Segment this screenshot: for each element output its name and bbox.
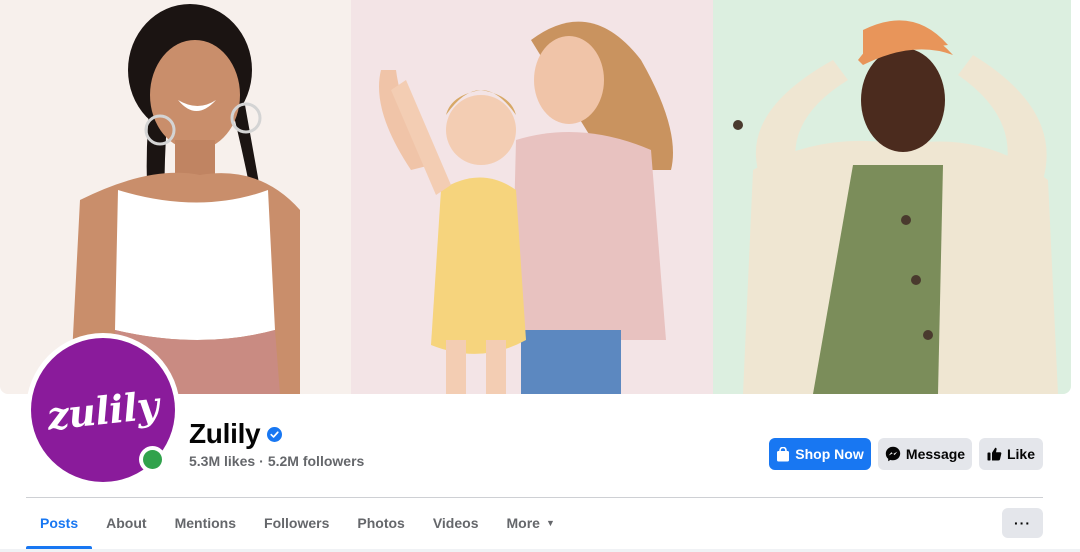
tab-photos[interactable]: Photos	[343, 498, 418, 548]
messenger-icon	[885, 446, 901, 462]
more-options-icon: ···	[1014, 515, 1031, 531]
shopping-bag-icon	[776, 446, 790, 462]
cover-panel-mother-toddler	[351, 0, 713, 394]
page-tabs: Posts About Mentions Followers Photos Vi…	[26, 498, 569, 550]
tab-followers[interactable]: Followers	[250, 498, 343, 548]
zulily-logo: zulily	[45, 381, 161, 439]
tab-mentions[interactable]: Mentions	[161, 498, 250, 548]
tab-label: Mentions	[174, 515, 237, 531]
thumbs-up-icon	[987, 447, 1002, 461]
message-label: Message	[905, 446, 966, 462]
cover-panel-woman	[0, 0, 351, 394]
caret-down-icon: ▼	[545, 518, 555, 528]
verified-badge-icon	[267, 426, 283, 442]
page-title[interactable]: Zulily	[189, 418, 261, 450]
stats-separator: ·	[259, 453, 264, 469]
tab-label: Videos	[432, 515, 479, 531]
cover-photo[interactable]	[0, 0, 1071, 394]
tab-label: Photos	[357, 515, 405, 531]
tab-posts[interactable]: Posts	[26, 498, 93, 549]
cover-panel-boy	[713, 0, 1071, 394]
online-status-indicator	[139, 446, 166, 473]
tab-about[interactable]: About	[92, 498, 160, 548]
tab-label: More	[506, 515, 540, 531]
page-name-row: Zulily	[189, 418, 283, 450]
tab-more[interactable]: More ▼	[492, 498, 568, 548]
more-options-button[interactable]: ···	[1002, 508, 1043, 538]
tab-label: Followers	[264, 515, 330, 531]
tab-label: Posts	[40, 515, 79, 531]
followers-count[interactable]: 5.2M followers	[268, 453, 364, 469]
tab-label: About	[106, 515, 147, 531]
tab-videos[interactable]: Videos	[419, 498, 493, 548]
like-button[interactable]: Like	[979, 438, 1043, 470]
shop-now-label: Shop Now	[795, 446, 864, 462]
facebook-page-header: zulily Zulily 5.3M likes · 5.2M followers …	[0, 0, 1080, 552]
online-status-dot	[143, 450, 162, 469]
message-button[interactable]: Message	[878, 438, 972, 470]
likes-count[interactable]: 5.3M likes	[189, 453, 255, 469]
like-label: Like	[1006, 446, 1035, 462]
shop-now-button[interactable]: Shop Now	[769, 438, 871, 470]
page-stats: 5.3M likes · 5.2M followers	[189, 453, 364, 469]
